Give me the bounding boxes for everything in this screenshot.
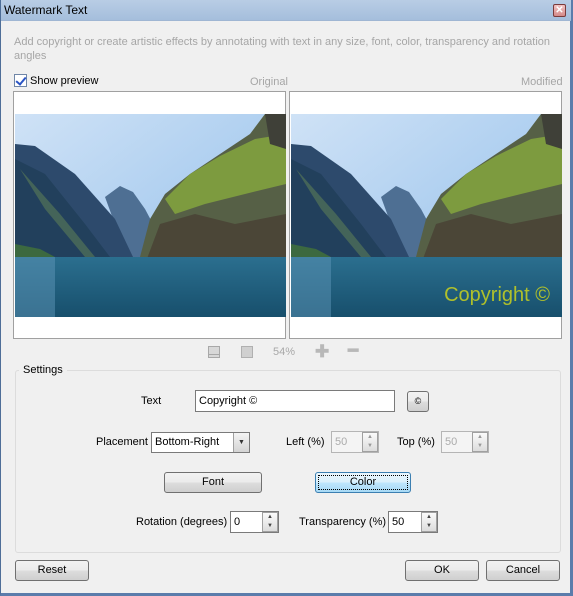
top-percent-label: Top (%): [397, 436, 435, 448]
spin-up-icon[interactable]: ▲: [473, 433, 487, 442]
spin-down-icon[interactable]: ▼: [422, 522, 436, 531]
rotation-label: Rotation (degrees): [136, 516, 228, 528]
spin-down-icon[interactable]: ▼: [263, 522, 277, 531]
zoom-in-icon[interactable]: ✚: [315, 342, 329, 362]
zoom-toolbar: 54% ✚ ━: [1, 341, 573, 362]
text-label: Text: [141, 395, 162, 407]
placement-label: Placement: [96, 436, 148, 448]
left-percent-label: Left (%): [286, 436, 325, 448]
spin-down-icon[interactable]: ▼: [363, 442, 377, 451]
checkbox-checked-icon[interactable]: [14, 74, 27, 87]
window-title: Watermark Text: [4, 3, 88, 17]
insert-copyright-button[interactable]: ©: [407, 391, 429, 412]
chevron-down-icon[interactable]: ▼: [233, 433, 249, 452]
font-button[interactable]: Font: [164, 472, 262, 493]
title-bar: Watermark Text ✕: [1, 0, 571, 21]
actual-size-icon[interactable]: [241, 346, 253, 358]
placement-dropdown[interactable]: Bottom-Right ▼: [151, 432, 250, 453]
original-photo: [15, 114, 286, 317]
fjord-landscape-image: [15, 114, 286, 317]
close-button[interactable]: ✕: [553, 4, 566, 17]
placement-value: Bottom-Right: [155, 436, 220, 448]
dialog-description: Add copyright or create artistic effects…: [14, 36, 551, 62]
modified-photo: Copyright ©: [291, 114, 562, 317]
watermark-text-input[interactable]: Copyright ©: [195, 390, 395, 412]
ok-button[interactable]: OK: [405, 560, 479, 581]
color-button[interactable]: Color: [315, 472, 411, 493]
original-preview-pane: [13, 91, 286, 339]
spin-up-icon[interactable]: ▲: [422, 513, 436, 522]
close-icon: ✕: [555, 5, 564, 16]
show-preview-checkbox[interactable]: Show preview: [14, 74, 98, 87]
spin-up-icon[interactable]: ▲: [263, 513, 277, 522]
reset-button[interactable]: Reset: [15, 560, 89, 581]
show-preview-label: Show preview: [30, 74, 99, 87]
watermark-text-dialog: Watermark Text ✕ Add copyright or create…: [0, 0, 573, 596]
modified-caption: Modified: [521, 76, 563, 88]
transparency-label: Transparency (%): [299, 516, 387, 528]
original-caption: Original: [250, 76, 288, 88]
transparency-spinner[interactable]: ▲ ▼: [421, 512, 437, 532]
fit-to-window-icon[interactable]: [208, 346, 220, 358]
modified-preview-pane: Copyright ©: [289, 91, 562, 339]
rotation-spinner[interactable]: ▲ ▼: [262, 512, 278, 532]
zoom-level: 54%: [273, 346, 296, 358]
zoom-out-icon[interactable]: ━: [348, 341, 358, 361]
spin-up-icon[interactable]: ▲: [363, 433, 377, 442]
cancel-button[interactable]: Cancel: [486, 560, 560, 581]
spin-down-icon[interactable]: ▼: [473, 442, 487, 451]
top-percent-spinner[interactable]: ▲ ▼: [472, 432, 488, 452]
left-percent-spinner[interactable]: ▲ ▼: [362, 432, 378, 452]
watermark-overlay-text: Copyright ©: [444, 284, 550, 306]
settings-group-label: Settings: [19, 364, 67, 376]
